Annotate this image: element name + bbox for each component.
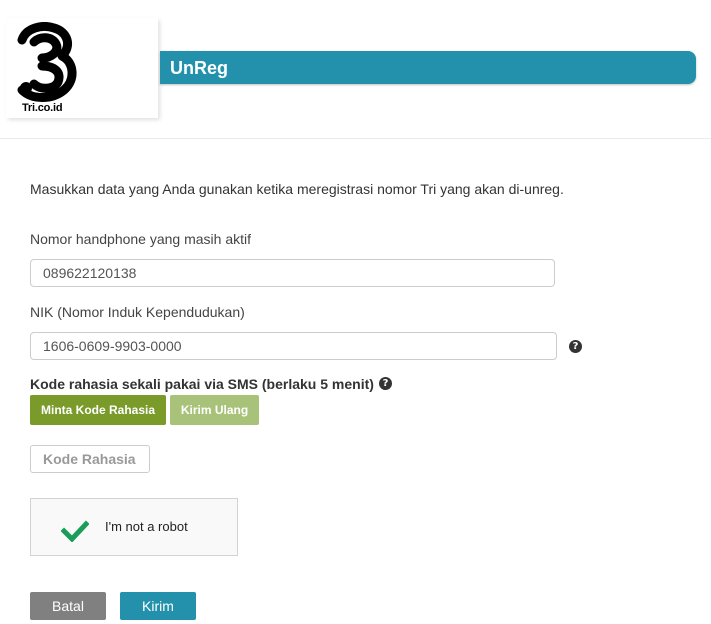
tri-logo[interactable]: Tri.co.id — [6, 18, 158, 118]
intro-text: Masukkan data yang Anda gunakan ketika m… — [30, 181, 564, 197]
checkmark-icon[interactable] — [61, 520, 89, 542]
nik-label: NIK (Nomor Induk Kependudukan) — [30, 304, 245, 320]
submit-button[interactable]: Kirim — [120, 592, 196, 620]
tri-3-logo-icon — [17, 22, 77, 102]
request-code-button[interactable]: Minta Kode Rahasia — [30, 395, 166, 425]
captcha-label: I'm not a robot — [105, 519, 188, 534]
title-bar: UnReg — [160, 51, 696, 84]
nik-input[interactable] — [30, 332, 557, 360]
question-circle-icon[interactable]: ? — [569, 340, 582, 353]
page-header: Tri.co.id UnReg — [0, 0, 711, 139]
secret-code-input[interactable] — [30, 445, 150, 473]
cancel-button[interactable]: Batal — [30, 592, 106, 620]
recaptcha-box[interactable]: I'm not a robot — [30, 498, 238, 556]
phone-input[interactable] — [30, 259, 555, 287]
phone-label: Nomor handphone yang masih aktif — [30, 231, 252, 247]
sms-code-label: Kode rahasia sekali pakai via SMS (berla… — [30, 376, 374, 392]
resend-code-button[interactable]: Kirim Ulang — [170, 395, 259, 425]
logo-text: Tri.co.id — [22, 102, 63, 114]
question-circle-icon[interactable]: ? — [379, 377, 392, 390]
page-title: UnReg — [170, 58, 228, 78]
